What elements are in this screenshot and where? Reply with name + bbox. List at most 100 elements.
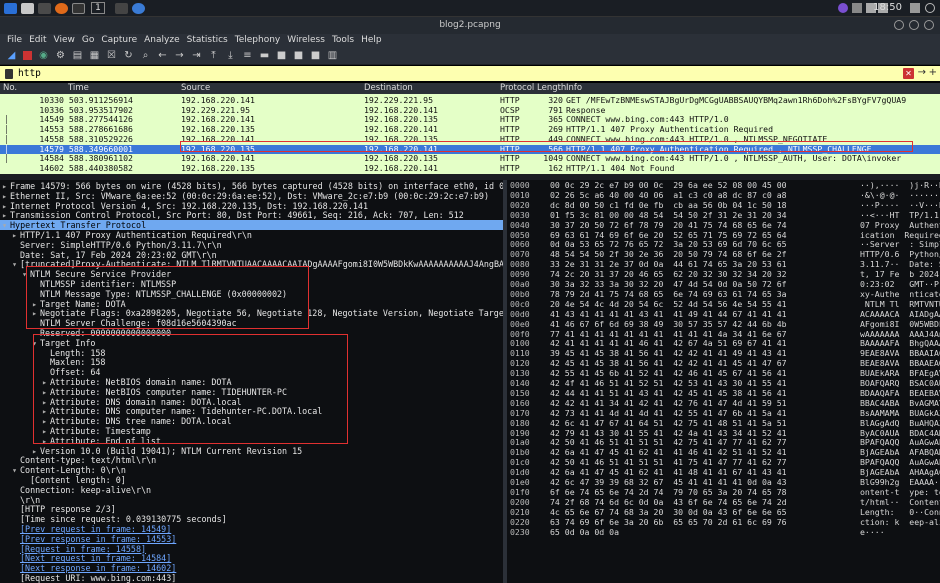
go-to-packet-icon[interactable]: ⇥ [191, 50, 202, 61]
detail-line[interactable]: [Request URI: www.bing.com:443] [12, 573, 176, 583]
detail-line[interactable]: ▾ [truncated]Proxy-Authenticate: NTLM TlR… [12, 259, 503, 269]
detail-line[interactable]: ▾ Target Info [32, 338, 95, 348]
menu-go[interactable]: Go [82, 34, 94, 47]
detail-line[interactable]: ▸ Attribute: NetBIOS computer name: TIDEH… [42, 387, 287, 397]
collapse-arrow-icon[interactable]: ▾ [22, 269, 30, 279]
packet-row[interactable]: │ 14584 588.380961102 192.168.220.141 192.16… [0, 154, 940, 164]
hex-offset[interactable]: 0220 [510, 517, 530, 528]
find-packet-icon[interactable]: ⌕ [140, 50, 151, 61]
terminal2-icon[interactable] [72, 2, 85, 14]
col-time[interactable]: Time [68, 83, 89, 94]
menu-tools[interactable]: Tools [332, 34, 354, 47]
hex-ascii[interactable]: BlAGgAdQ BuAHQAZQ [860, 418, 940, 429]
expand-arrow-icon[interactable]: ▸ [42, 416, 50, 426]
expand-arrow-icon[interactable]: ▸ [42, 387, 50, 397]
detail-line[interactable]: NTLM Server Challenge: f08d16e5604390ac [32, 318, 237, 328]
expand-arrow-icon[interactable]: ▸ [2, 191, 10, 201]
detail-line[interactable]: Offset: 64 [42, 367, 100, 377]
close-icon[interactable] [924, 20, 934, 30]
col-length[interactable]: Length [537, 83, 566, 94]
detail-line[interactable]: [Prev request in frame: 14549] [12, 524, 171, 534]
hex-offset[interactable]: 0180 [510, 418, 530, 429]
display-filter-input[interactable] [18, 68, 838, 79]
menu-capture[interactable]: Capture [101, 34, 137, 47]
detail-line[interactable]: NTLMSSP identifier: NTLMSSP [32, 279, 176, 289]
detail-line[interactable]: ▸ Negotiate Flags: 0xa2898205, Negotiate … [32, 308, 503, 318]
close-file-icon[interactable]: ☒ [106, 50, 117, 61]
open-file-icon[interactable]: ▤ [72, 50, 83, 61]
window-thumb-icon[interactable] [115, 2, 128, 14]
detail-line[interactable]: [Next response in frame: 14602] [12, 563, 176, 573]
go-back-icon[interactable]: ← [157, 50, 168, 61]
detail-line[interactable]: [Request in frame: 14558] [12, 544, 146, 554]
detail-line[interactable]: [Next request in frame: 14584] [12, 553, 171, 563]
minimize-icon[interactable] [894, 20, 904, 30]
apply-filter-icon[interactable]: → [918, 67, 926, 78]
expand-arrow-icon[interactable]: ▸ [2, 210, 10, 220]
detail-line[interactable]: Reserved: 0000000000000000 [32, 328, 171, 338]
detail-line[interactable]: ▸ Ethernet II, Src: VMware_6a:ee:52 (00:0… [2, 191, 489, 201]
reload-icon[interactable]: ↻ [123, 50, 134, 61]
detail-line[interactable]: [Prev response in frame: 14553] [12, 534, 176, 544]
start-capture-icon[interactable]: ◢ [6, 50, 17, 61]
hex-offset[interactable]: 0040 [510, 220, 530, 231]
collapse-arrow-icon[interactable]: ▾ [2, 220, 10, 230]
packet-row[interactable]: │ 14549 588.277544126 192.168.220.141 192.16… [0, 115, 940, 125]
packet-row[interactable]: │ 14579 588.349660001 192.168.220.135 192.16… [0, 144, 940, 154]
detail-line[interactable]: Maxlen: 158 [42, 357, 105, 367]
detail-line[interactable]: ▸ HTTP/1.1 407 Proxy Authentication Requi… [12, 230, 252, 240]
stop-capture-icon[interactable] [23, 51, 32, 60]
hex-bytes[interactable]: 63 74 69 6f 6e 3a 20 6b 65 65 70 2d 61 6… [550, 517, 787, 528]
zoom-in-icon[interactable]: ■ [276, 50, 287, 61]
detail-line[interactable]: ▸ Attribute: DNS computer name: Tidehunte… [42, 406, 322, 416]
expand-arrow-icon[interactable]: ▸ [12, 230, 20, 240]
collapse-arrow-icon[interactable]: ▾ [12, 259, 20, 269]
hex-ascii[interactable]: e···· [860, 527, 885, 538]
detail-line[interactable]: ▸ Attribute: DNS tree name: DOTA.local [42, 416, 232, 426]
menu-edit[interactable]: Edit [29, 34, 46, 47]
detail-line[interactable]: ▾ Hypertext Transfer Protocol [0, 220, 503, 231]
resize-columns-icon[interactable]: ▥ [327, 50, 338, 61]
hex-bytes[interactable]: 42 6c 41 47 67 41 64 51 42 75 41 48 51 4… [550, 418, 787, 429]
detail-line[interactable]: ▸ Internet Protocol Version 4, Src: 192.1… [2, 201, 368, 211]
expand-arrow-icon[interactable]: ▸ [42, 377, 50, 387]
col-no[interactable]: No. [3, 83, 17, 94]
expand-arrow-icon[interactable]: ▸ [32, 446, 40, 456]
capture-options-icon[interactable]: ⚙ [55, 50, 66, 61]
files-icon[interactable] [21, 2, 34, 14]
detail-line[interactable]: ▸ Attribute: DNS domain name: DOTA.local [42, 397, 242, 407]
last-packet-icon[interactable]: ⤓ [225, 50, 236, 61]
packet-row[interactable]: │ 14558 588.310529226 192.168.220.141 192.16… [0, 135, 940, 145]
normal-size-icon[interactable]: ■ [310, 50, 321, 61]
terminal-icon[interactable] [38, 2, 51, 14]
tray-icon-1[interactable] [838, 3, 848, 13]
hex-ascii[interactable]: 07 Proxy Authent [860, 220, 940, 231]
detail-line[interactable]: [Time since request: 0.039130775 seconds… [12, 514, 227, 524]
col-destination[interactable]: Destination [364, 83, 413, 94]
menu-statistics[interactable]: Statistics [187, 34, 228, 47]
expand-arrow-icon[interactable]: ▸ [42, 397, 50, 407]
hex-bytes[interactable]: 30 37 20 50 72 6f 78 79 20 41 75 74 68 6… [550, 220, 787, 231]
add-filter-button-icon[interactable]: + [929, 67, 937, 78]
packet-row[interactable]: 10330 503.911256914 192.168.220.141 192.229… [0, 96, 940, 106]
hex-bytes[interactable]: 41 46 67 6f 6d 69 38 49 30 57 35 57 42 4… [550, 319, 787, 330]
detail-line[interactable]: ▸ Version 10.0 (Build 19041); NTLM Curren… [32, 446, 302, 456]
collapse-arrow-icon[interactable]: ▾ [12, 465, 20, 475]
menu-view[interactable]: View [54, 34, 75, 47]
detail-line[interactable]: NTLM Message Type: NTLMSSP_CHALLENGE (0x… [32, 289, 287, 299]
col-source[interactable]: Source [181, 83, 210, 94]
expand-arrow-icon[interactable]: ▸ [42, 426, 50, 436]
network-icon[interactable] [852, 3, 862, 13]
power-icon[interactable] [925, 3, 935, 13]
hex-ascii[interactable]: AFgomi8I 0W5WBDkK [860, 319, 940, 330]
detail-line[interactable]: ▸ Target Name: DOTA [32, 299, 126, 309]
detail-line[interactable]: [HTTP response 2/3] [12, 504, 116, 514]
detail-line[interactable]: Connection: keep-alive\r\n [12, 485, 151, 495]
workspace-indicator[interactable]: 1 [91, 2, 105, 14]
wireshark-icon[interactable] [132, 2, 145, 14]
menu-analyze[interactable]: Analyze [144, 34, 179, 47]
menu-wireless[interactable]: Wireless [287, 34, 325, 47]
expand-arrow-icon[interactable]: ▸ [42, 436, 50, 446]
packet-row[interactable]: 10336 503.953517902 192.229.221.95 192.168.… [0, 106, 940, 116]
first-packet-icon[interactable]: ⤒ [208, 50, 219, 61]
